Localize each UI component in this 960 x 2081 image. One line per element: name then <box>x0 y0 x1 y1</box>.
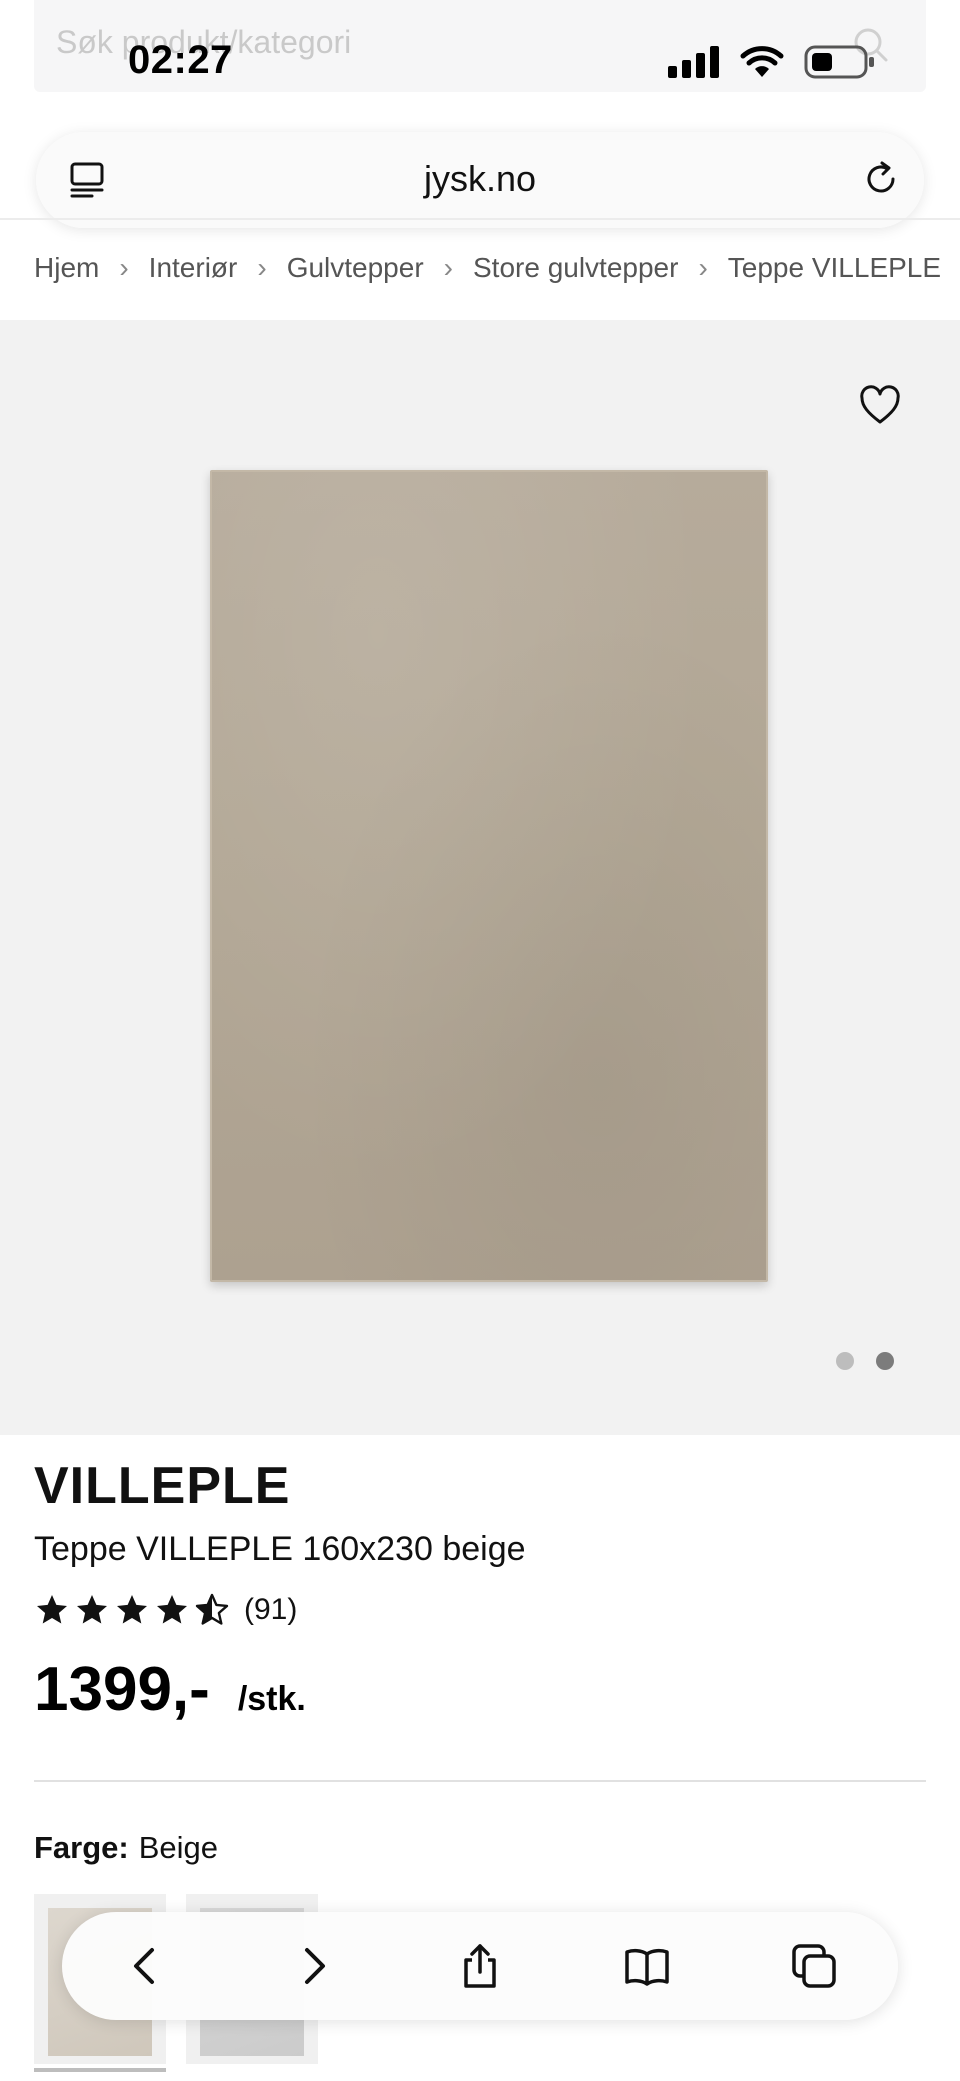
chevron-right-icon: › <box>698 251 708 283</box>
chevron-right-icon: › <box>119 251 129 283</box>
review-count[interactable]: (91) <box>244 1593 297 1627</box>
price-unit: /stk. <box>237 1680 306 1718</box>
chevron-right-icon: › <box>257 251 267 283</box>
breadcrumb-link-interior[interactable]: Interiør <box>149 252 238 284</box>
forward-icon <box>304 1948 325 1984</box>
status-icons <box>668 42 876 82</box>
star-full-icon <box>37 1595 67 1624</box>
battery-icon <box>804 45 874 79</box>
address-bar[interactable]: jysk.no <box>36 132 924 228</box>
url-text[interactable]: jysk.no <box>36 158 924 200</box>
star-full-icon <box>117 1595 147 1624</box>
swatch-selected-indicator <box>34 2068 166 2072</box>
chevron-right-icon: › <box>443 251 453 283</box>
bookmarks-icon <box>625 1948 669 1986</box>
browser-toolbar <box>62 1912 898 2020</box>
breadcrumb: Hjem › Interiør › Gulvtepper › Store gulvteppe… <box>34 250 960 290</box>
color-selector-label: Farge: Beige <box>34 1830 218 1866</box>
product-gallery[interactable] <box>0 320 960 1435</box>
tabs-button[interactable] <box>774 1926 854 2006</box>
forward-button[interactable] <box>273 1926 353 2006</box>
breadcrumb-link-large-rugs[interactable]: Store gulvtepper <box>473 252 678 284</box>
heart-icon[interactable] <box>858 384 902 428</box>
color-label: Farge: <box>34 1830 129 1865</box>
tabs-icon <box>792 1944 837 1988</box>
breadcrumb-link-home[interactable]: Hjem <box>34 252 99 284</box>
product-price: 1399,- <box>34 1655 210 1724</box>
back-icon <box>133 1948 154 1984</box>
back-button[interactable] <box>106 1926 186 2006</box>
gallery-pagination <box>836 1352 894 1370</box>
product-image[interactable] <box>210 470 768 1282</box>
share-button[interactable] <box>440 1926 520 2006</box>
gallery-dot[interactable] <box>836 1352 854 1370</box>
star-full-icon <box>77 1595 107 1624</box>
price-row: 1399,- /stk. <box>34 1654 306 1725</box>
status-time: 02:27 <box>128 38 233 82</box>
bookmarks-button[interactable] <box>607 1926 687 2006</box>
header-divider <box>0 218 960 220</box>
color-value: Beige <box>138 1830 219 1865</box>
product-brand: VILLEPLE <box>34 1457 291 1515</box>
wifi-icon <box>740 46 784 77</box>
share-icon <box>464 1944 496 1988</box>
star-half-icon <box>195 1593 229 1625</box>
cellular-signal-icon <box>668 46 719 78</box>
star-full-icon <box>157 1595 187 1624</box>
product-title: Teppe VILLEPLE 160x230 beige <box>34 1530 526 1568</box>
breadcrumb-link-rugs[interactable]: Gulvtepper <box>287 252 424 284</box>
section-divider <box>34 1780 926 1782</box>
reload-icon[interactable] <box>860 158 902 200</box>
breadcrumb-current: Teppe VILLEPLE <box>727 251 942 283</box>
rating[interactable]: (91) <box>34 1588 297 1632</box>
gallery-dot-active[interactable] <box>876 1352 894 1370</box>
